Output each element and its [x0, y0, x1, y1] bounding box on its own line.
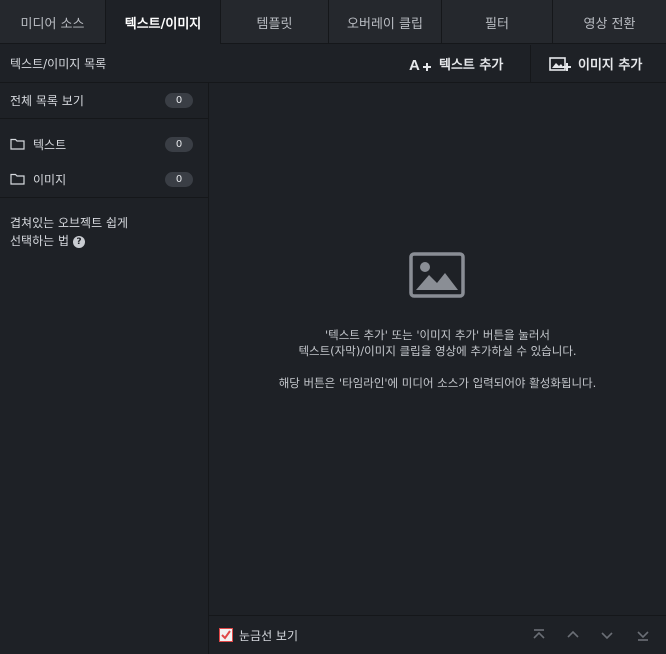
sidebar-item-all[interactable]: 전체 목록 보기 0: [0, 83, 208, 117]
empty-message-line: 텍스트(자막)/이미지 클립을 영상에 추가하실 수 있습니다.: [298, 344, 577, 358]
tab-media-source[interactable]: 미디어 소스: [0, 0, 106, 44]
svg-text:A: A: [409, 57, 420, 72]
tab-filter[interactable]: 필터: [442, 0, 553, 44]
add-image-icon: [549, 56, 571, 71]
sidebar-item-label: 텍스트: [33, 137, 67, 152]
move-down-icon[interactable]: [598, 626, 616, 644]
add-text-label: 텍스트 추가: [439, 58, 504, 73]
count-badge: 0: [165, 171, 193, 187]
add-image-label: 이미지 추가: [578, 58, 643, 73]
sidebar-divider: [0, 197, 208, 198]
tab-label: 미디어 소스: [20, 16, 85, 32]
tab-label: 영상 전환: [583, 16, 636, 32]
tab-bar: 미디어 소스 텍스트/이미지 템플릿 오버레이 클립 필터 영상 전환: [0, 0, 666, 44]
help-icon[interactable]: ?: [73, 235, 86, 248]
move-up-icon[interactable]: [564, 626, 582, 644]
empty-message-line: 해당 버튼은 '타임라인'에 미디어 소스가 입력되어야 활성화됩니다.: [278, 376, 597, 390]
help-text: 겹쳐있는 오브젝트 쉽게: [10, 216, 129, 230]
tab-template[interactable]: 템플릿: [221, 0, 329, 44]
add-image-button[interactable]: 이미지 추가: [549, 45, 642, 82]
tab-label: 필터: [485, 16, 509, 32]
move-to-top-icon[interactable]: [530, 626, 548, 644]
help-link-row: 선택하는 법?: [10, 232, 200, 250]
tab-video-transition[interactable]: 영상 전환: [553, 0, 666, 44]
sidebar-item-label: 전체 목록 보기: [10, 93, 84, 108]
gridline-checkbox[interactable]: [219, 628, 233, 642]
tab-label: 템플릿: [256, 16, 293, 32]
list-title: 텍스트/이미지 목록: [10, 57, 107, 71]
add-text-button[interactable]: A 텍스트 추가: [409, 45, 503, 82]
count-badge: 0: [165, 92, 193, 108]
sidebar-item-image[interactable]: 이미지 0: [0, 162, 208, 196]
main-panel: '텍스트 추가' 또는 '이미지 추가' 버튼을 눌러서 텍스트(자막)/이미지…: [209, 83, 666, 615]
help-section: 겹쳐있는 오브젝트 쉽게 선택하는 법?: [10, 214, 200, 250]
sidebar-item-text[interactable]: 텍스트 0: [0, 127, 208, 161]
toolbar-divider: [530, 45, 531, 82]
folder-icon: [10, 138, 25, 150]
bottom-bar: 눈금선 보기: [209, 615, 666, 654]
add-text-icon: A: [409, 57, 431, 72]
checkmark-icon: [221, 630, 231, 640]
gridline-label[interactable]: 눈금선 보기: [239, 627, 298, 644]
folder-icon: [10, 173, 25, 185]
tab-overlay-clip[interactable]: 오버레이 클립: [329, 0, 442, 44]
sidebar: 전체 목록 보기 0 텍스트 0 이미지 0 겹쳐있는 오브젝트 쉽게 선택하는…: [0, 83, 209, 654]
empty-message-line: '텍스트 추가' 또는 '이미지 추가' 버튼을 눌러서: [324, 328, 551, 342]
toolbar: 텍스트/이미지 목록 A 텍스트 추가 이미지 추가: [0, 45, 666, 83]
tab-text-image[interactable]: 텍스트/이미지: [106, 0, 221, 44]
move-to-bottom-icon[interactable]: [634, 626, 652, 644]
count-badge: 0: [165, 136, 193, 152]
sidebar-divider: [0, 118, 208, 119]
image-placeholder-icon: [409, 252, 465, 298]
tab-label: 텍스트/이미지: [124, 16, 202, 32]
tab-label: 오버레이 클립: [347, 16, 423, 32]
sidebar-item-label: 이미지: [33, 172, 67, 187]
help-text: 선택하는 법: [10, 234, 70, 248]
